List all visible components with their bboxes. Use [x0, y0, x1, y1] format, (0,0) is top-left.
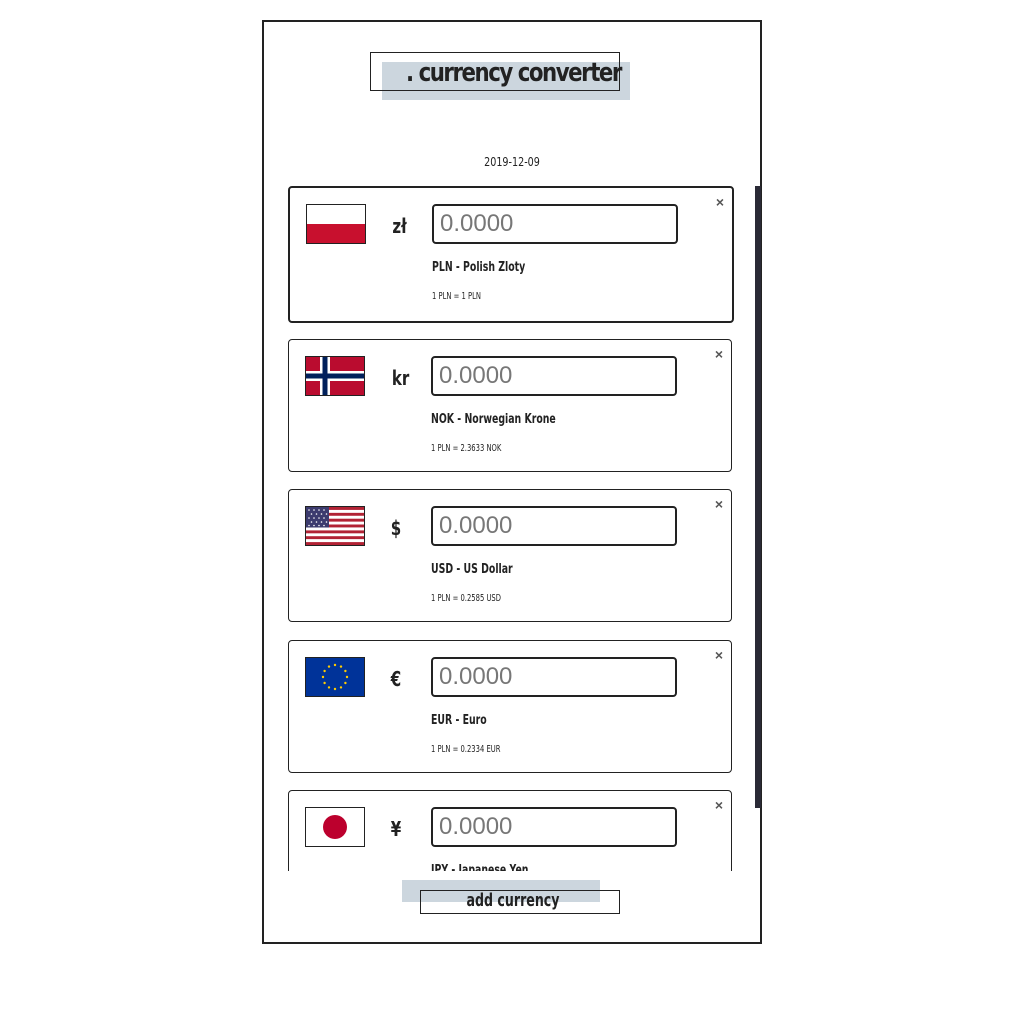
currency-symbol: kr: [391, 366, 410, 390]
currency-list[interactable]: zł × PLN - Polish Zloty 1 PLN = 1 PLN kr…: [288, 186, 734, 871]
app-title: . currency converter: [370, 52, 632, 100]
currency-card-jpy[interactable]: ¥ × JPY - Japanese Yen: [288, 790, 732, 871]
currency-symbol: zł: [392, 214, 407, 238]
currency-name: USD - US Dollar: [431, 562, 513, 577]
add-currency-button[interactable]: add currency: [402, 880, 624, 918]
exchange-rate: 1 PLN = 0.2585 USD: [431, 593, 501, 604]
exchange-rate: 1 PLN = 0.2334 EUR: [431, 744, 501, 755]
exchange-rate: 1 PLN = 2.3633 NOK: [431, 443, 502, 454]
currency-name: JPY - Japanese Yen: [431, 863, 529, 871]
currency-symbol: ¥: [390, 817, 402, 841]
usa-flag-icon: [305, 506, 365, 546]
amount-input-jpy[interactable]: [431, 807, 677, 847]
japan-flag-icon: [305, 807, 365, 847]
remove-currency-button[interactable]: ×: [715, 647, 723, 663]
currency-card-eur[interactable]: € × EUR - Euro 1 PLN = 0.2334 EUR: [288, 640, 732, 773]
currency-name: EUR - Euro: [431, 713, 487, 728]
currency-symbol: $: [390, 516, 402, 540]
exchange-rate: 1 PLN = 1 PLN: [432, 291, 481, 302]
eu-flag-icon: [305, 657, 365, 697]
remove-currency-button[interactable]: ×: [715, 496, 723, 512]
currency-card-nok[interactable]: kr × NOK - Norwegian Krone 1 PLN = 2.363…: [288, 339, 732, 472]
currency-card-usd[interactable]: $ × USD - US Dollar 1 PLN = 0.2585 USD: [288, 489, 732, 622]
remove-currency-button[interactable]: ×: [715, 797, 723, 813]
currency-card-pln[interactable]: zł × PLN - Polish Zloty 1 PLN = 1 PLN: [288, 186, 734, 323]
norway-flag-icon: [305, 356, 365, 396]
remove-currency-button[interactable]: ×: [715, 346, 723, 362]
amount-input-nok[interactable]: [431, 356, 677, 396]
add-currency-label: add currency: [466, 890, 560, 911]
currency-symbol: €: [390, 667, 402, 691]
rates-date: 2019-12-09: [484, 155, 540, 169]
list-scrollbar[interactable]: [755, 186, 761, 808]
currency-name: NOK - Norwegian Krone: [431, 412, 556, 427]
currency-name: PLN - Polish Zloty: [432, 260, 526, 275]
converter-app: . currency converter 2019-12-09 zł × PLN…: [262, 20, 762, 944]
remove-currency-button[interactable]: ×: [716, 194, 724, 210]
amount-input-pln[interactable]: [432, 204, 678, 244]
amount-input-eur[interactable]: [431, 657, 677, 697]
poland-flag-icon: [306, 204, 366, 244]
amount-input-usd[interactable]: [431, 506, 677, 546]
app-title-text: . currency converter: [406, 58, 622, 88]
